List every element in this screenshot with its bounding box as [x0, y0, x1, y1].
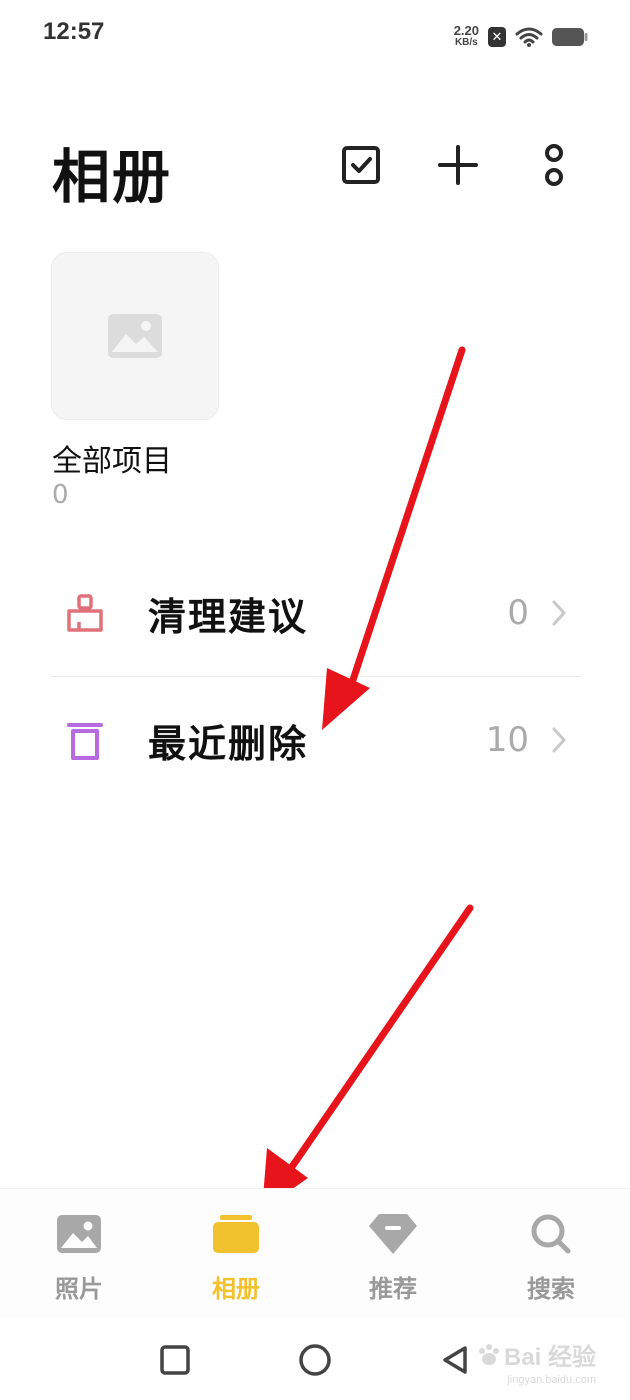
circle-icon [299, 1344, 331, 1376]
page-title: 相册 [52, 143, 173, 211]
list-item-count: 10 [485, 720, 529, 760]
album-count: 0 [52, 480, 69, 510]
album-all-items[interactable]: 全部项目 0 [51, 252, 219, 514]
list-item-count: 0 [507, 593, 529, 633]
list-divider [51, 676, 581, 677]
list-item-recently-deleted[interactable]: 最近删除 10 [51, 690, 581, 790]
status-bar: 12:57 2.20 KB/s ✕ [0, 0, 630, 70]
battery-icon [552, 28, 588, 46]
square-icon [160, 1345, 190, 1375]
chevron-right-icon [551, 725, 571, 755]
tab-label: 相册 [212, 1275, 260, 1303]
tab-recommend[interactable]: 推荐 [338, 1209, 448, 1309]
watermark-text: Bai 经验 [503, 1344, 596, 1371]
back-button[interactable] [430, 1335, 480, 1385]
image-placeholder-icon [108, 314, 162, 358]
recents-button[interactable] [150, 1335, 200, 1385]
album-thumbnail [51, 252, 219, 420]
network-speed-unit: KB/s [454, 37, 478, 48]
album-name: 全部项目 [52, 444, 172, 479]
list-item-clean-suggestions[interactable]: 清理建议 0 [51, 563, 581, 663]
annotation-arrow-bottom [262, 904, 474, 1210]
diamond-icon [368, 1209, 418, 1259]
wifi-icon [515, 27, 543, 47]
plus-icon [438, 145, 478, 185]
paw-icon [478, 1343, 499, 1365]
bottom-tab-bar: 照片 相册 推荐 搜索 [0, 1188, 630, 1318]
trash-icon [65, 718, 105, 762]
home-button[interactable] [290, 1335, 340, 1385]
watermark-logo: Bai 经验 [476, 1337, 596, 1372]
status-time: 12:57 [43, 18, 105, 45]
annotation-arrow-top [322, 346, 466, 730]
tab-albums[interactable]: 相册 [181, 1209, 291, 1309]
status-icons: 2.20 KB/s ✕ [454, 22, 588, 52]
tab-label: 照片 [55, 1275, 103, 1303]
tab-search[interactable]: 搜索 [496, 1209, 606, 1309]
tab-label: 搜索 [527, 1275, 575, 1303]
album-folder-icon [211, 1209, 261, 1259]
network-speed-value: 2.20 [453, 23, 479, 38]
search-icon [526, 1209, 576, 1259]
list-item-label: 清理建议 [148, 594, 309, 639]
more-options-button[interactable] [527, 138, 581, 192]
baidu-watermark: Bai 经验 jingyan.baidu.com [476, 1337, 596, 1386]
photo-icon [54, 1209, 104, 1259]
tab-photos[interactable]: 照片 [24, 1209, 134, 1309]
add-album-button[interactable] [431, 138, 485, 192]
broom-icon [65, 591, 105, 635]
chevron-right-icon [551, 598, 571, 628]
list-item-label: 最近删除 [148, 721, 309, 766]
select-button[interactable] [334, 138, 388, 192]
tab-label: 推荐 [369, 1275, 417, 1303]
more-vertical-icon [545, 144, 563, 186]
watermark-url: jingyan.baidu.com [507, 1374, 596, 1386]
network-speed: 2.20 KB/s [453, 23, 479, 49]
checkbox-select-icon [342, 146, 380, 184]
no-sim-icon: ✕ [488, 27, 506, 47]
triangle-back-icon [443, 1346, 467, 1374]
